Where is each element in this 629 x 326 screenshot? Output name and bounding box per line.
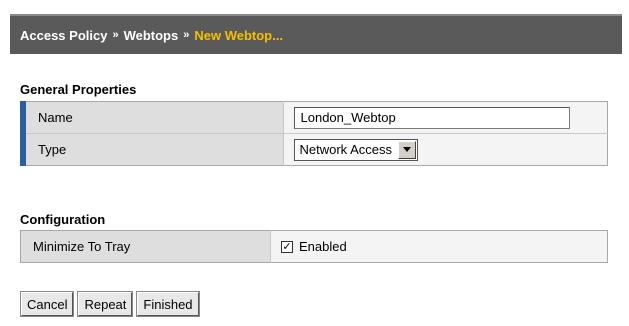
breadcrumb-separator: » bbox=[183, 29, 190, 41]
cancel-button[interactable]: Cancel bbox=[19, 291, 75, 317]
repeat-button[interactable]: Repeat bbox=[77, 291, 134, 317]
breadcrumb-current: New Webtop... bbox=[194, 27, 283, 43]
enabled-label: Enabled bbox=[299, 239, 347, 254]
general-properties-title: General Properties bbox=[20, 82, 137, 97]
minimize-checkbox[interactable]: ✓ bbox=[281, 240, 293, 253]
breadcrumb-separator: » bbox=[112, 29, 119, 41]
button-row: Cancel Repeat Finished bbox=[19, 291, 201, 317]
name-input-value: London_Webtop bbox=[300, 110, 396, 125]
type-select[interactable]: Network Access bbox=[293, 138, 418, 161]
configuration-title: Configuration bbox=[20, 212, 106, 227]
type-select-value: Network Access bbox=[299, 142, 392, 157]
minimize-row: Minimize To Tray ✓ Enabled bbox=[20, 230, 608, 263]
breadcrumb-webtops[interactable]: Webtops bbox=[124, 28, 179, 43]
name-label: Name bbox=[20, 101, 284, 134]
type-value-cell: Network Access bbox=[283, 133, 608, 166]
minimize-label: Minimize To Tray bbox=[20, 230, 271, 263]
minimize-value-cell: ✓ Enabled bbox=[270, 230, 608, 263]
name-value-cell: London_Webtop bbox=[283, 101, 608, 134]
type-label: Type bbox=[20, 133, 284, 166]
breadcrumb-access-policy[interactable]: Access Policy bbox=[20, 28, 107, 43]
name-row: Name London_Webtop bbox=[20, 101, 608, 134]
dropdown-arrow-icon[interactable] bbox=[397, 140, 416, 159]
breadcrumb: Access Policy » Webtops » New Webtop... bbox=[10, 14, 622, 54]
type-row: Type Network Access bbox=[20, 133, 608, 166]
configuration-table: Minimize To Tray ✓ Enabled bbox=[20, 230, 608, 263]
general-properties-table: Name London_Webtop Type Network Access bbox=[20, 101, 608, 166]
name-input[interactable]: London_Webtop bbox=[293, 106, 570, 129]
finished-button[interactable]: Finished bbox=[136, 291, 200, 317]
